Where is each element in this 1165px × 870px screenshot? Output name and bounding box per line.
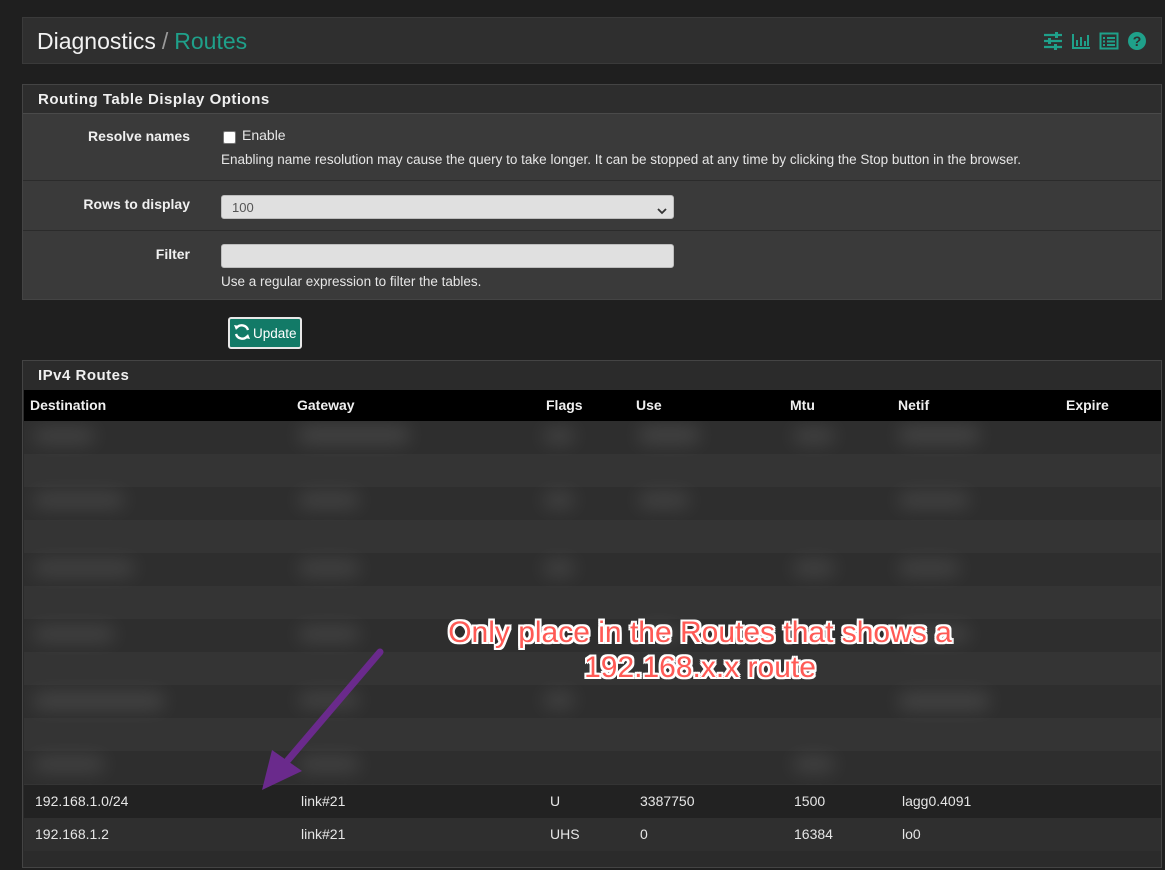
resolve-names-row: Resolve names Enable Enabling name resol… — [23, 114, 1161, 181]
svg-text:?: ? — [1133, 33, 1142, 49]
breadcrumb-routes: Routes — [174, 28, 248, 54]
cell-gateway: link#21 — [301, 826, 346, 842]
annotation-callout: Only place in the Routes that shows a 19… — [430, 615, 970, 685]
update-label: Update — [253, 325, 297, 341]
update-button[interactable]: Update — [228, 317, 302, 349]
rows-to-display-row: Rows to display 100 — [23, 181, 1161, 231]
help-icon[interactable]: ? — [1127, 31, 1147, 51]
settings-sliders-icon[interactable] — [1043, 31, 1063, 51]
cell-mtu: 1500 — [794, 793, 826, 809]
chevron-down-icon — [657, 203, 667, 218]
table-header: Destination Gateway Flags Use Mtu Netif … — [24, 390, 1161, 421]
cell-netif: lo0 — [902, 826, 921, 842]
log-list-icon[interactable] — [1099, 31, 1119, 51]
cell-flags: UHS — [550, 826, 580, 842]
rows-to-display-select[interactable]: 100 — [221, 195, 674, 219]
ipv4-routes-panel: IPv4 Routes Destination Gateway Flags Us… — [22, 360, 1162, 868]
annotation-line-2: 192.168.x.x route — [584, 651, 816, 684]
filter-input[interactable] — [221, 244, 674, 268]
col-gateway[interactable]: Gateway — [297, 397, 355, 413]
annotation-line-1: Only place in the Routes that shows a — [448, 616, 952, 649]
rows-to-display-label: Rows to display — [83, 196, 190, 212]
cell-gateway: link#21 — [301, 793, 346, 809]
ipv4-routes-title: IPv4 Routes — [38, 367, 130, 384]
blurred-routes-region — [24, 421, 1161, 785]
col-expire[interactable]: Expire — [1066, 397, 1109, 413]
resolve-names-checkbox[interactable] — [223, 131, 236, 144]
table-row: 192.168.1.0/24 link#21 U 3387750 1500 la… — [24, 785, 1161, 818]
cell-use: 3387750 — [640, 793, 695, 809]
col-flags[interactable]: Flags — [546, 397, 583, 413]
cell-destination: 192.168.1.2 — [35, 826, 109, 842]
cell-use: 0 — [640, 826, 648, 842]
bar-chart-icon[interactable] — [1071, 31, 1091, 51]
breadcrumb-separator: / — [161, 28, 169, 54]
page-header: Diagnostics / Routes ? — [22, 17, 1162, 64]
filter-help: Use a regular expression to filter the t… — [221, 274, 482, 289]
resolve-names-help: Enabling name resolution may cause the q… — [221, 152, 1021, 167]
filter-row: Filter Use a regular expression to filte… — [23, 231, 1161, 299]
refresh-icon — [232, 322, 252, 345]
cell-flags: U — [550, 793, 561, 809]
routing-display-options-panel: Routing Table Display Options Resolve na… — [22, 84, 1162, 300]
col-use[interactable]: Use — [636, 397, 662, 413]
resolve-names-label: Resolve names — [88, 128, 190, 144]
rows-selected-value: 100 — [232, 200, 254, 215]
filter-label: Filter — [155, 246, 190, 262]
panel-title: Routing Table Display Options — [23, 85, 1161, 114]
col-destination[interactable]: Destination — [30, 397, 106, 413]
cell-mtu: 16384 — [794, 826, 833, 842]
breadcrumb-diagnostics[interactable]: Diagnostics — [37, 28, 156, 54]
col-netif[interactable]: Netif — [898, 397, 929, 413]
table-row: 192.168.1.2 link#21 UHS 0 16384 lo0 — [24, 818, 1161, 851]
col-mtu[interactable]: Mtu — [790, 397, 815, 413]
cell-netif: lagg0.4091 — [902, 793, 972, 809]
breadcrumb: Diagnostics / Routes — [37, 28, 247, 55]
cell-destination: 192.168.1.0/24 — [35, 793, 129, 809]
enable-label[interactable]: Enable — [242, 127, 286, 143]
